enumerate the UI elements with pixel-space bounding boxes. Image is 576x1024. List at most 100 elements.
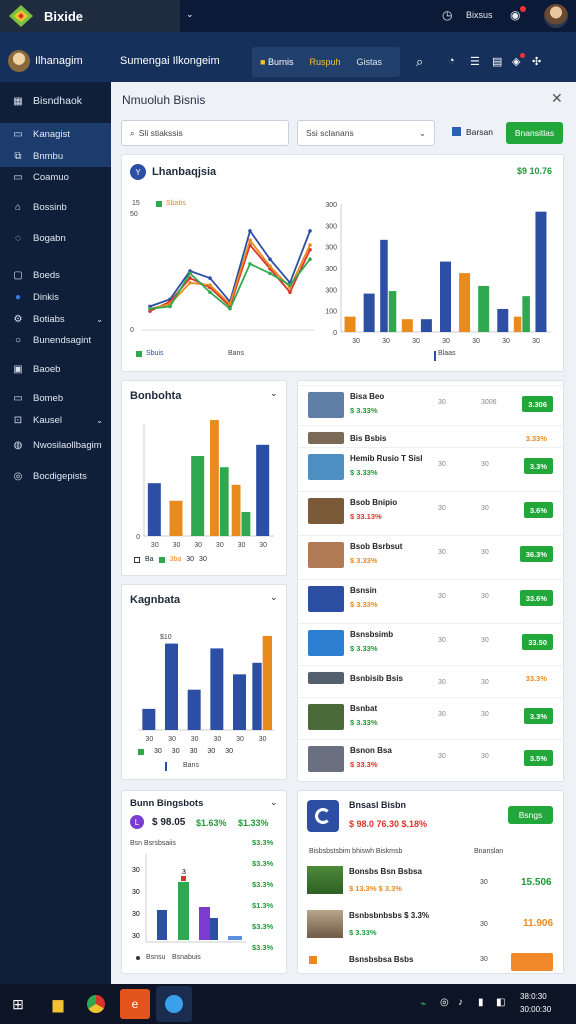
sidebar-item-bomeb[interactable]: ▭ Bomeb: [0, 387, 111, 409]
card-title: Kagnbata: [130, 594, 181, 606]
tick-label: 30: [151, 542, 159, 549]
row-meta: 30: [481, 593, 489, 600]
sidebar-item-dashboard[interactable]: ▦ Bisndhaok: [0, 90, 111, 112]
start-icon[interactable]: ⊞: [6, 992, 30, 1016]
chat-icon[interactable]: ◈: [512, 55, 520, 68]
tab-gistas[interactable]: Gistas: [348, 57, 390, 67]
stat-value: $ 98.05: [152, 817, 186, 828]
sidebar-item-botiabs[interactable]: ⚙ Botiabs ⌄: [0, 308, 111, 330]
row-meta: 30: [438, 399, 446, 406]
footer-label: Blaas: [438, 350, 456, 357]
marker: [181, 876, 186, 881]
sidebar-item-kausel[interactable]: ⊡ Kausel ⌄: [0, 409, 111, 431]
tick-label: 30: [412, 338, 420, 345]
footer-button[interactable]: [511, 953, 553, 971]
apply-button[interactable]: Bnansitlas: [506, 122, 563, 144]
sidebar-item-baoeb[interactable]: ▣ Baoeb: [0, 358, 111, 380]
apps-icon[interactable]: ✣: [532, 55, 541, 68]
data-point: [288, 290, 292, 295]
bar: [256, 444, 270, 536]
sidebar-item-kanagist[interactable]: ▭ Kanagist: [0, 123, 111, 145]
action-button[interactable]: Bsngs: [508, 806, 553, 824]
row-sub: $ 13.3% $ 3.3%: [349, 884, 402, 893]
bar: [169, 500, 183, 536]
value-pill: 3.5%: [523, 750, 553, 766]
thumbnail: [307, 910, 343, 938]
row-meta: 30: [438, 461, 446, 468]
bar: [262, 635, 272, 730]
browser-icon[interactable]: [84, 992, 108, 1016]
tab-burnis[interactable]: ■ Burnis: [252, 57, 301, 67]
clock-icon[interactable]: ◷: [442, 8, 452, 22]
book-icon[interactable]: ▤: [492, 55, 502, 68]
active-app-icon[interactable]: [156, 986, 192, 1022]
bar: [233, 674, 246, 730]
workspace-avatar[interactable]: [8, 50, 30, 72]
list-item[interactable]: Bisa Beo $ 3.33% 30 3006 3.306: [298, 385, 563, 429]
bar: [497, 308, 509, 332]
bar: [228, 936, 242, 940]
app-icon[interactable]: e: [120, 989, 150, 1019]
row-sub: $ 33.3%: [350, 760, 378, 769]
list-item[interactable]: Hemib Rusio T Sisl $ 3.33% 30 30 3.3%: [298, 447, 563, 491]
tick-label: 30: [213, 736, 221, 743]
stat-change: $1.33%: [238, 818, 269, 828]
tick-label: 30: [259, 542, 267, 549]
bell-icon[interactable]: ◉: [510, 8, 520, 22]
tag-icon: ▭: [13, 171, 23, 183]
overview-value: $9 10.76: [517, 166, 553, 176]
chevron-down-icon[interactable]: ⌄: [270, 797, 278, 808]
row-sub: $ 3.33%: [350, 556, 378, 565]
brand-block[interactable]: Bixide: [0, 0, 180, 32]
settings-icon: ⊡: [13, 414, 23, 426]
close-icon[interactable]: ✕: [551, 90, 563, 107]
tab-ruspuh[interactable]: Ruspuh: [301, 57, 348, 67]
chevron-down-icon[interactable]: ⌄: [270, 388, 278, 399]
battery-icon[interactable]: ▮: [478, 997, 484, 1008]
filter-select[interactable]: Ssi sclanans ⌄: [297, 120, 435, 146]
sidebar-item-bunendsagint[interactable]: ○ Bunendsagint: [0, 329, 111, 351]
search-input[interactable]: ⌕ Sli stiakssis: [121, 120, 289, 146]
sidebar-item-boeds[interactable]: ▢ Boeds: [0, 264, 111, 286]
list-item[interactable]: Bsnbat $ 3.33% 30 30 3.3%: [298, 697, 563, 741]
list-item[interactable]: Bsnsbsimb $ 3.33% 30 30 33.50: [298, 623, 563, 667]
sidebar-item-dinkis[interactable]: ● Dinkis: [0, 286, 111, 308]
tick-label: 30: [502, 338, 510, 345]
list-item[interactable]: Bsnon Bsa $ 33.3% 30 30 3.5%: [298, 739, 563, 781]
list-icon[interactable]: ☰: [470, 55, 480, 68]
folder-icon[interactable]: ▆: [46, 992, 70, 1016]
row-meta: 30: [481, 549, 489, 556]
wifi-icon[interactable]: ◎: [440, 997, 449, 1008]
list-item[interactable]: Bsob Bnipio $ 33.13% 30 30 3.6%: [298, 491, 563, 535]
search-icon[interactable]: ⌕: [416, 54, 423, 70]
volume-icon[interactable]: ♪: [458, 997, 463, 1008]
box-icon: ▢: [13, 269, 23, 281]
network-icon[interactable]: ⌁: [420, 997, 427, 1010]
tick-label: 30: [132, 867, 140, 874]
chevron-down-icon[interactable]: ⌄: [186, 9, 194, 20]
sidebar-item-bogabn[interactable]: ◌ Bogabn: [0, 227, 111, 249]
list-item[interactable]: Bsnsin $ 3.33% 30 30 33.6%: [298, 579, 563, 623]
bar: [187, 689, 201, 730]
row-title: Hemib Rusio T Sisl: [350, 454, 423, 463]
footer-label: Bsnsu: [146, 954, 166, 961]
footer-label: Bsnsbsbsa Bsbs: [349, 955, 414, 964]
sidebar-item-bocdigepists[interactable]: ◎ Bocdigepists: [0, 465, 111, 487]
sidebar-item-bnmbu[interactable]: ⧉ Bnmbu: [0, 145, 111, 167]
bar: [380, 239, 388, 332]
value-pill: 33.3%: [525, 673, 547, 683]
list-item[interactable]: Bsob Bsrbsut $ 3.33% 30 30 36.3%: [298, 535, 563, 579]
chart-legend: 30 30 30 30 30: [138, 748, 233, 755]
user-avatar[interactable]: [544, 4, 568, 28]
row-meta: 30: [438, 505, 446, 512]
data-point: [268, 271, 272, 276]
chat-icon[interactable]: ◧: [496, 997, 505, 1008]
sidebar-item-bossinb[interactable]: ⌂ Bossinb: [0, 196, 111, 218]
history-icon[interactable]: ◔: [448, 55, 455, 67]
tick-label: 100: [325, 309, 337, 316]
bar: [344, 316, 356, 332]
tick-label: 30: [259, 736, 267, 743]
sidebar-item-coamuo[interactable]: ▭ Coamuo: [0, 166, 111, 188]
chevron-down-icon[interactable]: ⌄: [270, 592, 278, 603]
sidebar-item-nwosilaollbagim[interactable]: ◍ Nwosilaollbagim: [0, 434, 111, 456]
